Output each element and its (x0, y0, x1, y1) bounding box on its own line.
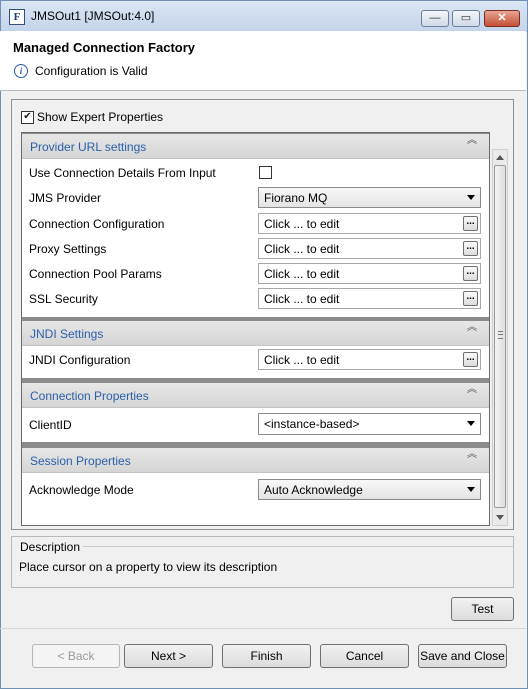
app-icon: F (9, 9, 25, 25)
close-icon: ✕ (497, 12, 507, 24)
cancel-button[interactable]: Cancel (320, 644, 409, 668)
section-title: Connection Properties (30, 389, 149, 403)
jndi-configuration-label: JNDI Configuration (29, 353, 131, 367)
ellipsis-button[interactable]: ... (463, 216, 478, 231)
acknowledge-mode-select[interactable]: Auto Acknowledge (258, 479, 481, 500)
property-sheet: Provider URL settings ︽ Use Connection D… (21, 132, 490, 526)
ellipsis-button[interactable]: ... (463, 352, 478, 367)
section-header-connection-properties[interactable]: Connection Properties ︽ (22, 383, 489, 408)
back-button[interactable]: < Back (32, 644, 120, 668)
next-button[interactable]: Next > (124, 644, 213, 668)
collapse-icon[interactable]: ︽ (467, 450, 477, 460)
minimize-button[interactable]: — (421, 10, 449, 27)
ssl-security-field[interactable]: Click ... to edit ... (258, 288, 481, 309)
description-title: Description (19, 540, 82, 554)
connection-configuration-label: Connection Configuration (29, 217, 165, 231)
description-text: Place cursor on a property to view its d… (19, 560, 278, 574)
description-divider (83, 546, 513, 547)
collapse-icon[interactable]: ︽ (467, 385, 477, 395)
jndi-configuration-field[interactable]: Click ... to edit ... (258, 349, 481, 370)
dialog-header: Managed Connection Factory i Configurati… (0, 31, 526, 91)
collapse-icon[interactable]: ︽ (467, 323, 477, 333)
section-provider-url-settings: Provider URL settings ︽ Use Connection D… (22, 134, 489, 317)
use-connection-details-checkbox[interactable] (259, 166, 272, 179)
jms-provider-value: Fiorano MQ (264, 191, 328, 205)
section-header-provider[interactable]: Provider URL settings ︽ (22, 134, 489, 159)
finish-button[interactable]: Finish (222, 644, 311, 668)
show-expert-properties-checkbox[interactable]: ✔ (21, 111, 34, 124)
section-title: Session Properties (30, 454, 131, 468)
connection-configuration-value: Click ... to edit (264, 217, 340, 231)
chevron-down-icon (467, 487, 475, 492)
vertical-scrollbar[interactable] (492, 149, 508, 526)
ssl-security-value: Click ... to edit (264, 292, 340, 306)
acknowledge-mode-label: Acknowledge Mode (29, 483, 134, 497)
jms-provider-select[interactable]: Fiorano MQ (258, 187, 481, 208)
ellipsis-button[interactable]: ... (463, 241, 478, 256)
scroll-up-icon[interactable] (496, 155, 504, 160)
ellipsis-button[interactable]: ... (463, 291, 478, 306)
jndi-configuration-value: Click ... to edit (264, 353, 340, 367)
maximize-icon: ▭ (460, 12, 472, 24)
section-session-properties: Session Properties ︽ Acknowledge Mode Au… (22, 448, 489, 525)
connection-configuration-field[interactable]: Click ... to edit ... (258, 213, 481, 234)
connection-pool-params-value: Click ... to edit (264, 267, 340, 281)
client-id-label: ClientID (29, 418, 72, 432)
proxy-settings-value: Click ... to edit (264, 242, 340, 256)
proxy-settings-field[interactable]: Click ... to edit ... (258, 238, 481, 259)
section-header-jndi[interactable]: JNDI Settings ︽ (22, 321, 489, 346)
maximize-button[interactable]: ▭ (452, 10, 480, 27)
chevron-down-icon (467, 421, 475, 426)
proxy-settings-label: Proxy Settings (29, 242, 107, 256)
connection-pool-params-field[interactable]: Click ... to edit ... (258, 263, 481, 284)
client-id-value: <instance-based> (264, 417, 360, 431)
jms-provider-label: JMS Provider (29, 191, 102, 205)
scroll-down-icon[interactable] (496, 515, 504, 520)
ssl-security-label: SSL Security (29, 292, 98, 306)
title-bar: F JMSOut1 [JMSOut:4.0] — ▭ ✕ (1, 1, 527, 32)
client-id-combo[interactable]: <instance-based> (258, 413, 481, 435)
acknowledge-mode-value: Auto Acknowledge (264, 483, 363, 497)
section-title: JNDI Settings (30, 327, 104, 341)
page-title: Managed Connection Factory (13, 40, 196, 55)
test-button[interactable]: Test (451, 597, 514, 621)
section-jndi-settings: JNDI Settings ︽ JNDI Configuration Click… (22, 321, 489, 378)
validation-status: Configuration is Valid (35, 64, 148, 78)
connection-pool-params-label: Connection Pool Params (29, 267, 162, 281)
grip-icon (498, 331, 503, 339)
collapse-icon[interactable]: ︽ (467, 136, 477, 146)
show-expert-properties-label[interactable]: Show Expert Properties (37, 110, 163, 124)
save-and-close-button[interactable]: Save and Close (418, 644, 507, 668)
section-header-session[interactable]: Session Properties ︽ (22, 448, 489, 473)
button-bar-divider (0, 628, 526, 629)
chevron-down-icon (467, 195, 475, 200)
info-icon: i (14, 64, 28, 78)
scrollbar-thumb[interactable] (494, 165, 506, 508)
ellipsis-button[interactable]: ... (463, 266, 478, 281)
use-connection-details-label: Use Connection Details From Input (29, 166, 216, 180)
window-title: JMSOut1 [JMSOut:4.0] (31, 9, 155, 23)
section-title: Provider URL settings (30, 140, 147, 154)
minimize-icon: — (429, 12, 441, 24)
section-connection-properties: Connection Properties ︽ ClientID <instan… (22, 383, 489, 442)
close-button[interactable]: ✕ (484, 10, 520, 27)
